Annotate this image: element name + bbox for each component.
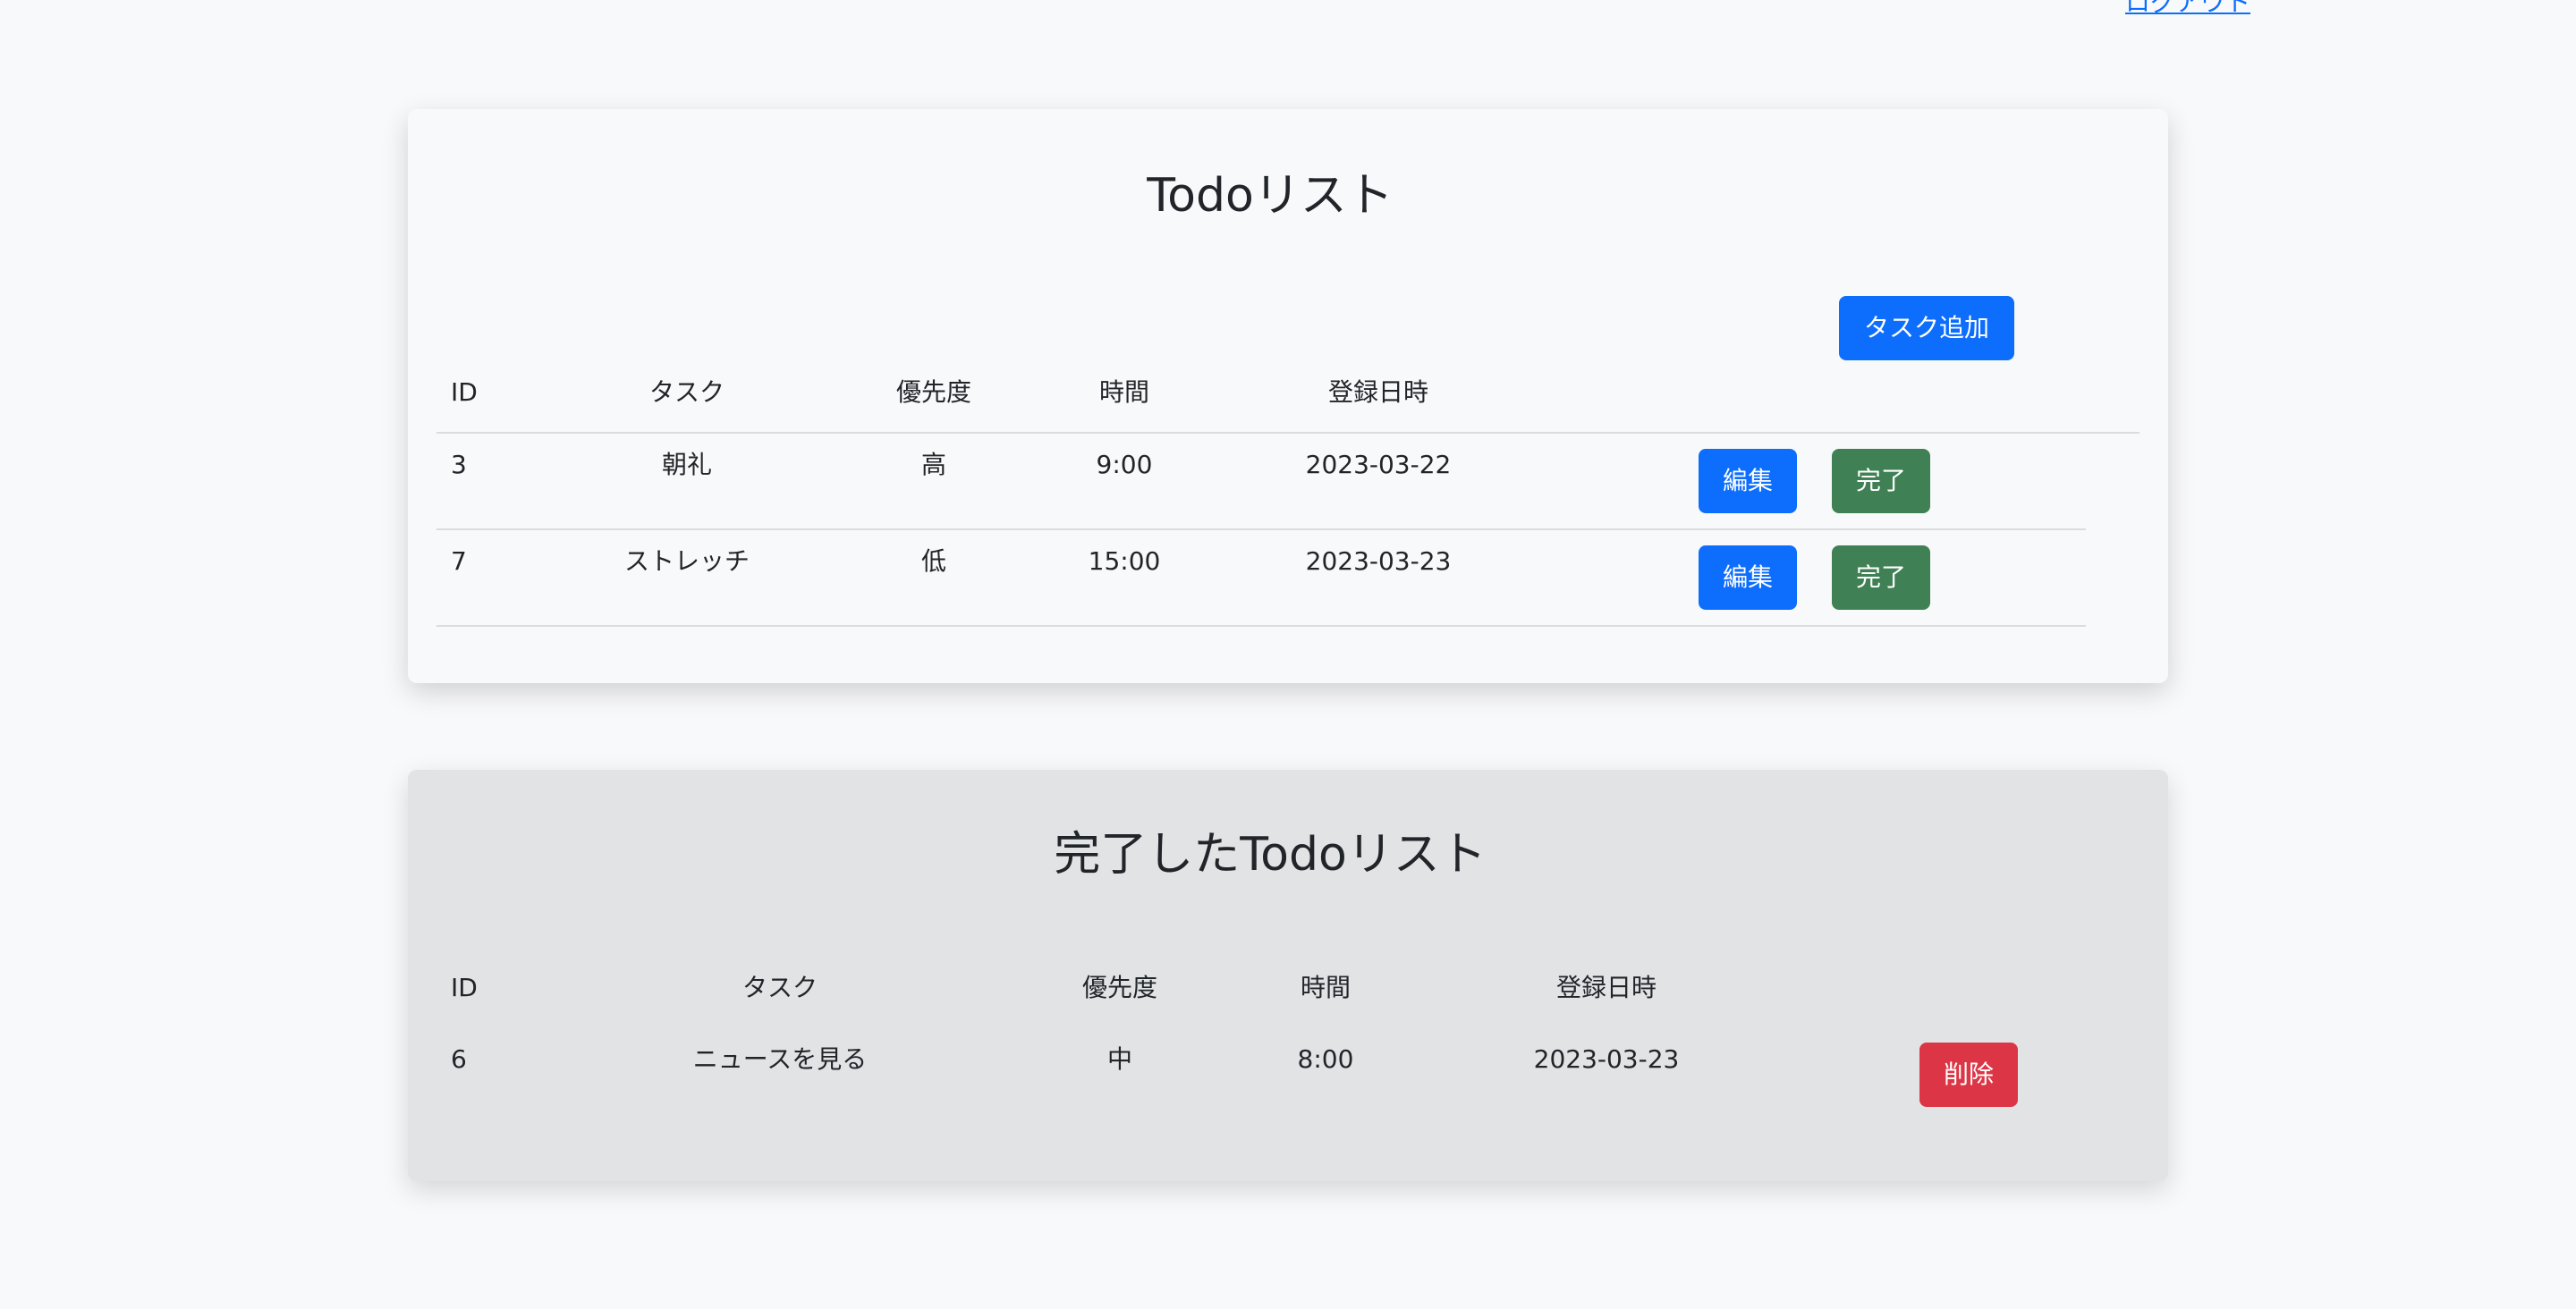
completed-todo-title: 完了したTodoリスト: [1054, 828, 1487, 882]
edit-button[interactable]: 編集: [1699, 449, 1797, 513]
row-priority: 中: [1106, 1044, 1133, 1074]
row-id: 6: [451, 1044, 467, 1074]
table-divider: [436, 625, 2086, 627]
header-priority: 優先度: [1081, 973, 1158, 1002]
completed-todo-card: 完了したTodoリスト ID タスク 優先度 時間 登録日時 6 ニュースを見る…: [408, 770, 2168, 1181]
header-id: ID: [451, 377, 478, 407]
row-id: 7: [451, 546, 467, 576]
todo-card: Todoリスト タスク追加 ID タスク 優先度 時間 登録日時 3 朝礼 高 …: [408, 109, 2168, 683]
row-task: ストレッチ: [623, 546, 750, 576]
complete-button[interactable]: 完了: [1832, 545, 1930, 610]
header-id: ID: [451, 973, 478, 1002]
table-divider: [436, 432, 2140, 434]
header-task: タスク: [648, 377, 725, 407]
row-date: 2023-03-23: [1533, 1044, 1680, 1074]
delete-button[interactable]: 削除: [1919, 1043, 2018, 1107]
row-priority: 高: [920, 450, 947, 479]
header-task: タスク: [741, 973, 818, 1002]
row-time: 9:00: [1096, 450, 1153, 479]
header-time: 時間: [1300, 973, 1352, 1002]
row-task: ニュースを見る: [692, 1044, 868, 1074]
row-time: 15:00: [1088, 546, 1161, 576]
row-date: 2023-03-22: [1305, 450, 1452, 479]
complete-button[interactable]: 完了: [1832, 449, 1930, 513]
row-time: 8:00: [1297, 1044, 1354, 1074]
add-task-button[interactable]: タスク追加: [1839, 296, 2014, 360]
todo-title: Todoリスト: [1147, 169, 1394, 223]
row-task: 朝礼: [661, 450, 713, 479]
logout-link[interactable]: ログアウト: [2125, 0, 2250, 18]
header-priority: 優先度: [895, 377, 972, 407]
header-registered: 登録日時: [1327, 377, 1429, 407]
row-id: 3: [451, 450, 467, 479]
row-priority: 低: [920, 546, 947, 576]
edit-button[interactable]: 編集: [1699, 545, 1797, 610]
row-date: 2023-03-23: [1305, 546, 1452, 576]
header-time: 時間: [1098, 377, 1150, 407]
table-divider: [436, 528, 2086, 530]
header-registered: 登録日時: [1555, 973, 1657, 1002]
